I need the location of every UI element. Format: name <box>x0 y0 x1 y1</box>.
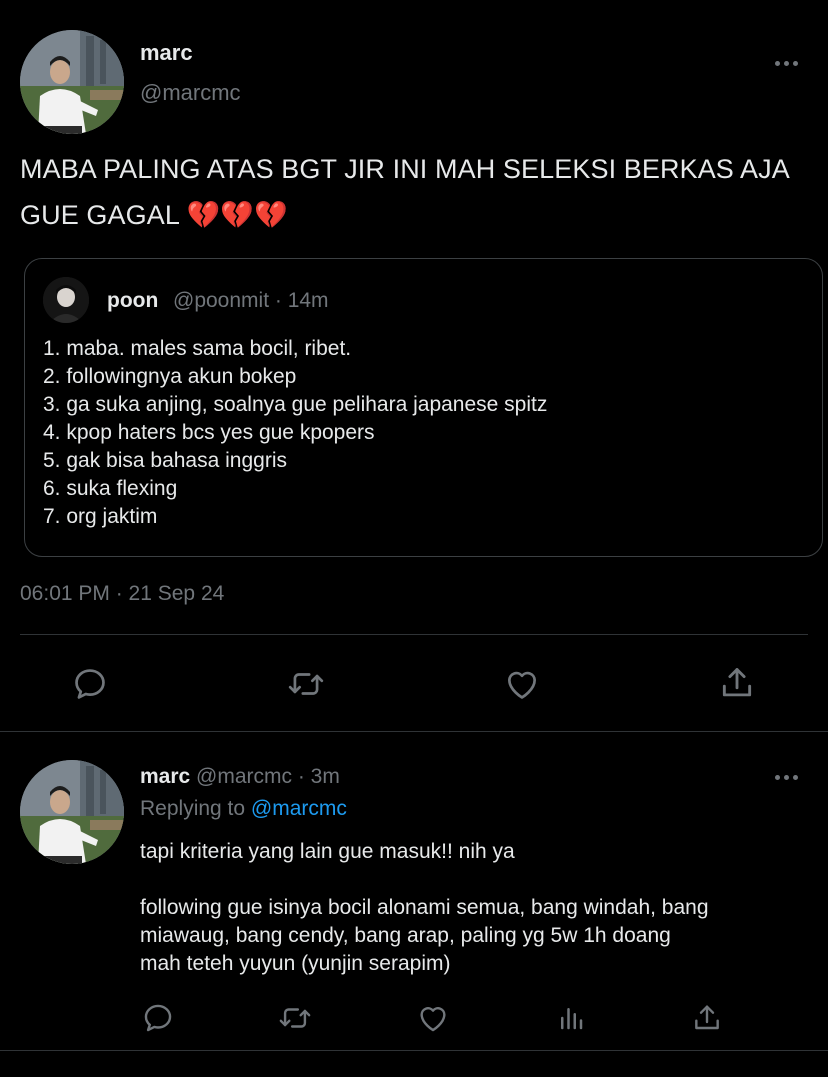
author-name[interactable]: marc <box>140 40 193 66</box>
reply-author-meta[interactable]: @marcmc · 3m <box>196 765 340 788</box>
like-icon[interactable] <box>501 664 543 704</box>
author-avatar[interactable] <box>20 30 124 134</box>
quoted-author-meta: @poonmit · 14m <box>173 289 329 312</box>
reply-icon[interactable] <box>140 1000 176 1036</box>
replying-to-handle-link[interactable]: @marcmc <box>251 797 347 820</box>
reply-header: marc @marcmc · 3m <box>140 765 340 789</box>
quoted-author-avatar <box>43 277 89 323</box>
list-item: 3. ga suka anjing, soalnya gue pelihara … <box>43 393 548 416</box>
reply-text-line <box>140 866 820 894</box>
replying-to: Replying to @marcmc <box>140 797 347 821</box>
list-item: 6. suka flexing <box>43 477 178 500</box>
quoted-tweet[interactable]: poon @poonmit · 14m 1. maba. males sama … <box>24 258 823 557</box>
share-icon[interactable] <box>690 1000 724 1036</box>
divider <box>20 634 808 635</box>
list-item: 2. followingnya akun bokep <box>43 365 297 388</box>
divider <box>0 731 828 732</box>
reply-text-line: mah teteh yuyun (yunjin serapim) <box>140 952 451 975</box>
list-item: 1. maba. males sama bocil, ribet. <box>43 337 352 360</box>
replying-to-label: Replying to <box>140 797 246 820</box>
analytics-icon[interactable] <box>554 1000 588 1036</box>
tweet-thread: marc @marcmc MABA PALING ATAS BGT JIR IN… <box>0 0 828 1077</box>
share-icon[interactable] <box>717 662 757 704</box>
reply-text-line: miawaug, bang cendy, bang arap, paling y… <box>140 924 671 947</box>
like-icon[interactable] <box>415 1000 451 1036</box>
more-horizontal-icon[interactable] <box>775 60 799 68</box>
tweet-text: MABA PALING ATAS BGT JIR INI MAH SELEKSI… <box>20 154 789 230</box>
reply-text-line: tapi kriteria yang lain gue masuk!! nih … <box>140 840 515 863</box>
divider <box>0 1050 828 1051</box>
author-handle[interactable]: @marcmc <box>140 80 241 106</box>
list-item: 5. gak bisa bahasa inggris <box>43 449 287 472</box>
quoted-tweet-text: 1. maba. males sama bocil, ribet. 2. fol… <box>43 335 547 531</box>
retweet-icon[interactable] <box>275 1000 315 1036</box>
list-item: 7. org jaktim <box>43 505 158 528</box>
tweet-timestamp[interactable]: 06:01 PM · 21 Sep 24 <box>20 582 224 606</box>
reply-author-name[interactable]: marc <box>140 765 190 788</box>
retweet-icon[interactable] <box>284 664 328 704</box>
more-horizontal-icon[interactable] <box>775 774 799 782</box>
reply-icon[interactable] <box>70 664 110 704</box>
list-item: 4. kpop haters bcs yes gue kpopers <box>43 421 375 444</box>
quoted-author-name: poon <box>107 289 159 312</box>
reply-author-avatar[interactable] <box>20 760 124 864</box>
reply-text-line: following gue isinya bocil alonami semua… <box>140 896 709 919</box>
reply-text: tapi kriteria yang lain gue masuk!! nih … <box>140 838 820 978</box>
